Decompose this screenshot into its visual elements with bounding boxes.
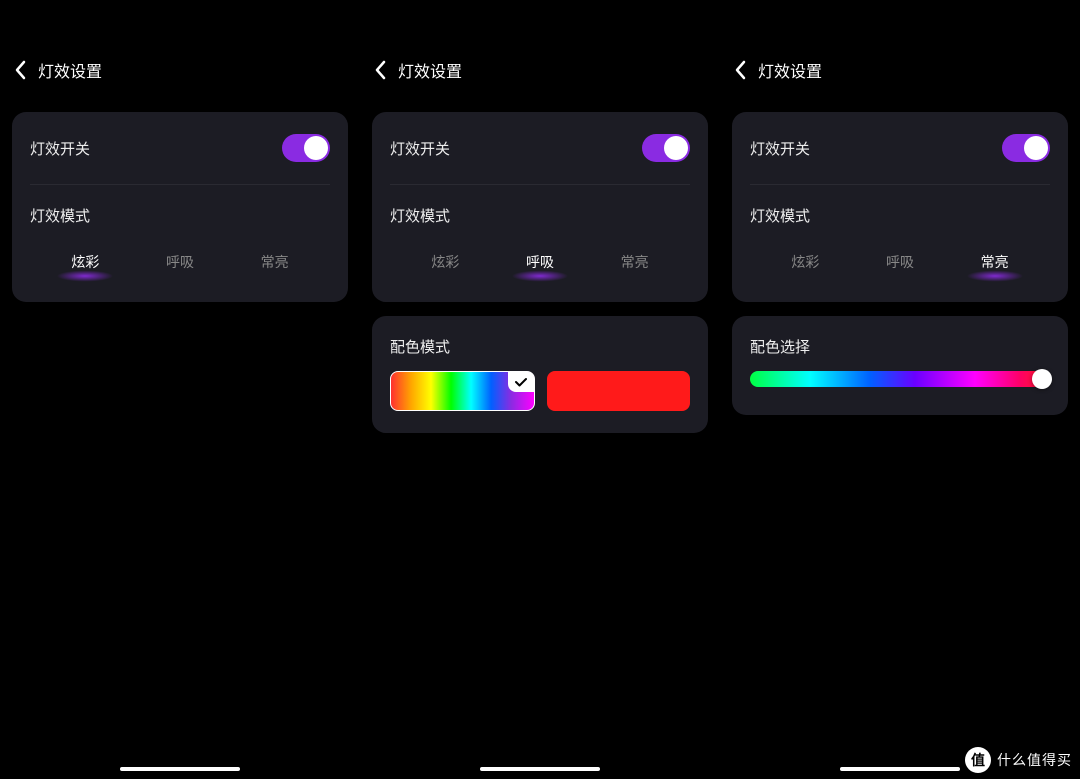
toggle-row: 灯效开关 [372, 112, 708, 184]
mode-tab-colorful[interactable]: 炫彩 [779, 248, 831, 276]
color-mode-card: 配色模式 [372, 316, 708, 433]
header: 灯效设置 [720, 42, 1080, 98]
mode-tab-colorful[interactable]: 炫彩 [59, 248, 111, 276]
back-icon[interactable] [734, 60, 746, 80]
swatch-red[interactable] [547, 371, 690, 411]
mode-tab-colorful[interactable]: 炫彩 [419, 248, 471, 276]
toggle-knob [304, 136, 328, 160]
settings-card: 灯效开关 灯效模式 炫彩 呼吸 常亮 [732, 112, 1068, 302]
watermark: 值 什么值得买 [965, 747, 1072, 773]
back-icon[interactable] [14, 60, 26, 80]
watermark-text: 什么值得买 [997, 750, 1072, 770]
color-slider[interactable] [750, 371, 1050, 387]
light-toggle[interactable] [282, 134, 330, 162]
mode-tabs: 炫彩 呼吸 常亮 [390, 248, 690, 276]
toggle-label: 灯效开关 [390, 138, 450, 159]
page-title: 灯效设置 [398, 58, 462, 82]
mode-tab-steady[interactable]: 常亮 [609, 248, 661, 276]
mode-section: 灯效模式 炫彩 呼吸 常亮 [12, 185, 348, 302]
page-title: 灯效设置 [758, 58, 822, 82]
header: 灯效设置 [360, 42, 720, 98]
home-indicator[interactable] [120, 767, 240, 771]
mode-tab-breathe[interactable]: 呼吸 [514, 248, 566, 276]
color-slider-wrap [732, 371, 1068, 415]
slider-knob[interactable] [1032, 369, 1052, 389]
mode-tab-breathe[interactable]: 呼吸 [154, 248, 206, 276]
color-mode-label: 配色模式 [372, 316, 708, 371]
toggle-knob [664, 136, 688, 160]
toggle-label: 灯效开关 [750, 138, 810, 159]
swatch-rainbow[interactable] [390, 371, 535, 411]
home-indicator[interactable] [840, 767, 960, 771]
mode-label: 灯效模式 [30, 205, 330, 226]
screen-colorful: 灯效设置 灯效开关 灯效模式 炫彩 呼吸 常亮 [0, 0, 360, 779]
light-toggle[interactable] [1002, 134, 1050, 162]
mode-tab-steady[interactable]: 常亮 [969, 248, 1021, 276]
screens-container: 灯效设置 灯效开关 灯效模式 炫彩 呼吸 常亮 [0, 0, 1080, 779]
page-title: 灯效设置 [38, 58, 102, 82]
toggle-label: 灯效开关 [30, 138, 90, 159]
mode-label: 灯效模式 [390, 205, 690, 226]
toggle-row: 灯效开关 [732, 112, 1068, 184]
settings-card: 灯效开关 灯效模式 炫彩 呼吸 常亮 [372, 112, 708, 302]
watermark-badge: 值 [965, 747, 991, 773]
mode-tab-steady[interactable]: 常亮 [249, 248, 301, 276]
mode-tabs: 炫彩 呼吸 常亮 [30, 248, 330, 276]
check-icon [508, 372, 534, 392]
color-swatches [372, 371, 708, 433]
toggle-row: 灯效开关 [12, 112, 348, 184]
screen-breathe: 灯效设置 灯效开关 灯效模式 炫彩 呼吸 常亮 配色模式 [360, 0, 720, 779]
light-toggle[interactable] [642, 134, 690, 162]
mode-section: 灯效模式 炫彩 呼吸 常亮 [732, 185, 1068, 302]
color-select-card: 配色选择 [732, 316, 1068, 415]
header: 灯效设置 [0, 42, 360, 98]
mode-tabs: 炫彩 呼吸 常亮 [750, 248, 1050, 276]
screen-steady: 灯效设置 灯效开关 灯效模式 炫彩 呼吸 常亮 配色选择 [720, 0, 1080, 779]
back-icon[interactable] [374, 60, 386, 80]
home-indicator[interactable] [480, 767, 600, 771]
mode-tab-breathe[interactable]: 呼吸 [874, 248, 926, 276]
toggle-knob [1024, 136, 1048, 160]
color-select-label: 配色选择 [732, 316, 1068, 371]
mode-label: 灯效模式 [750, 205, 1050, 226]
settings-card: 灯效开关 灯效模式 炫彩 呼吸 常亮 [12, 112, 348, 302]
mode-section: 灯效模式 炫彩 呼吸 常亮 [372, 185, 708, 302]
